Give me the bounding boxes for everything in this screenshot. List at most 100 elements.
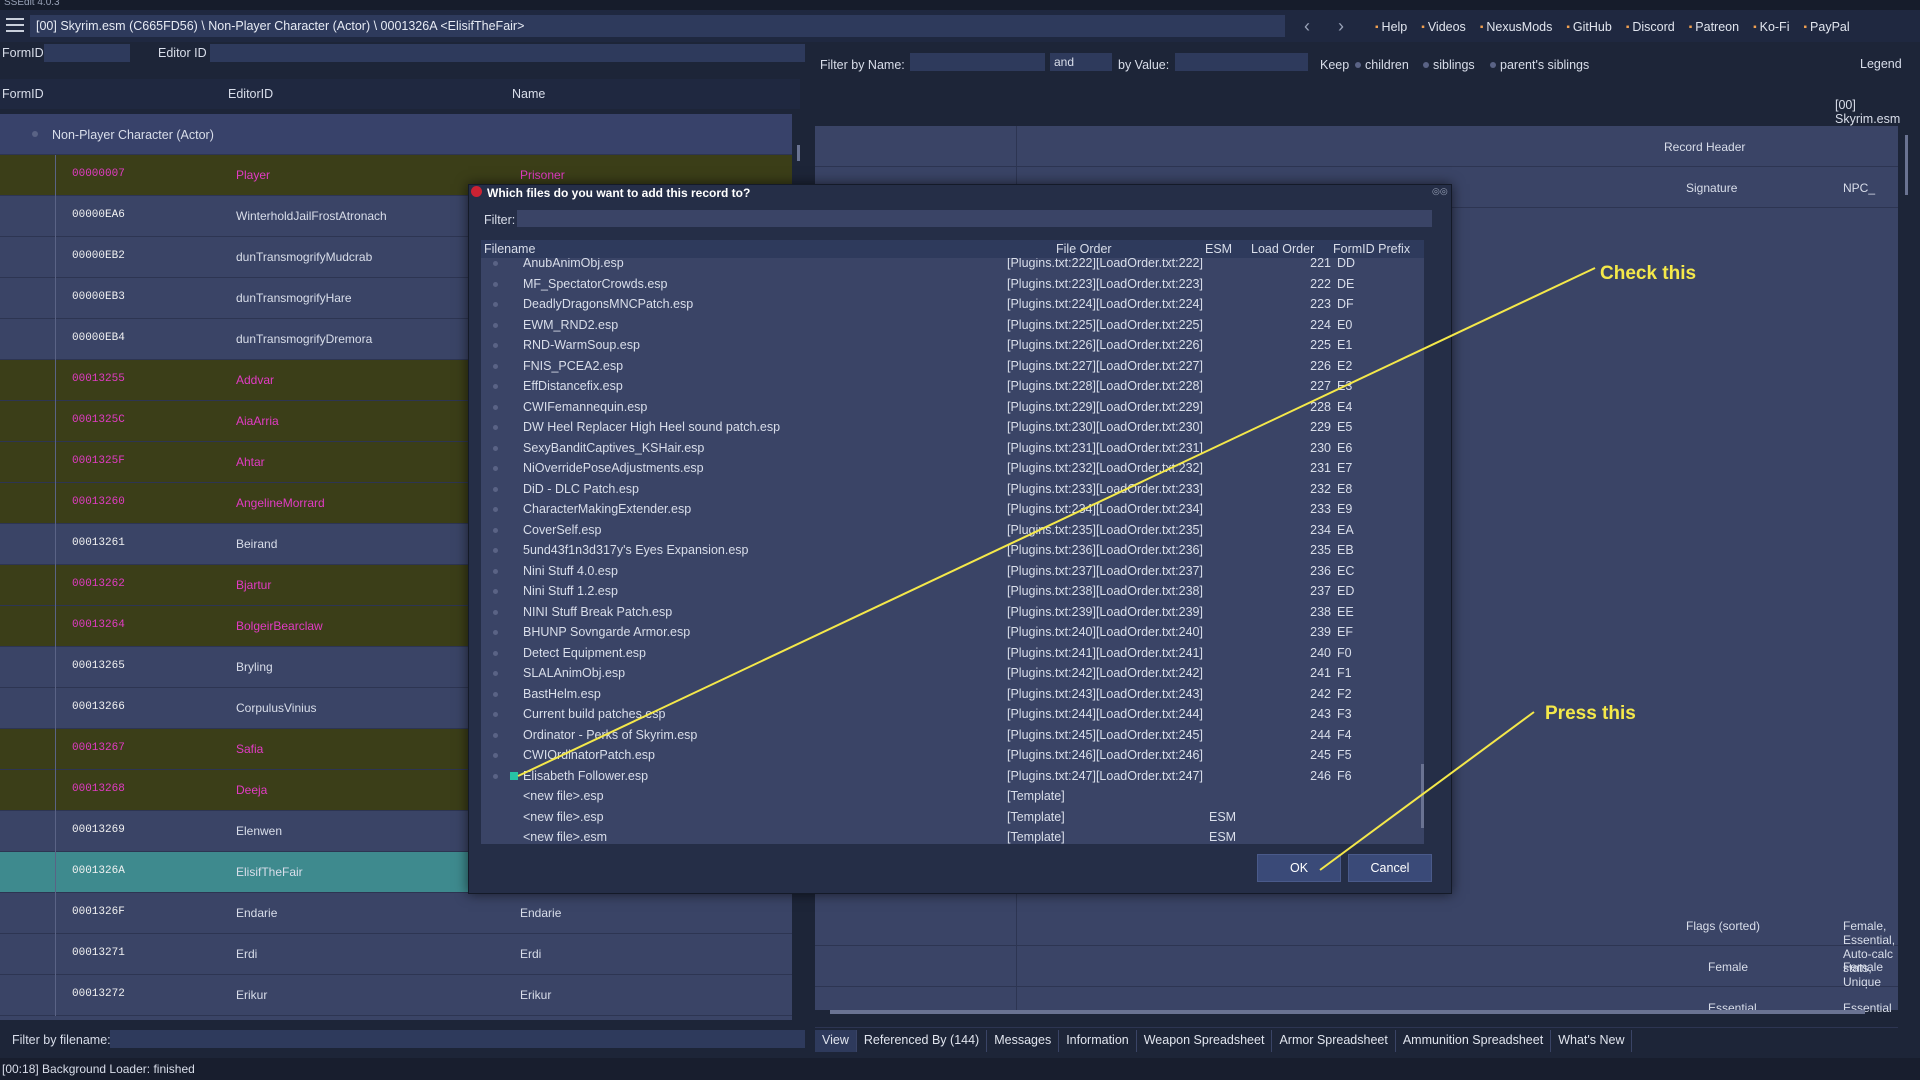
file-row[interactable]: <new file>.esp [Template] ESM <box>481 807 1424 828</box>
expand-icon <box>493 650 498 656</box>
record-field-row[interactable]: Female Female <box>815 946 1898 987</box>
toplink-patreon[interactable]: ▪ Patreon <box>1689 17 1739 37</box>
formid-filter-input[interactable] <box>44 44 130 62</box>
file-table-scrollbar[interactable] <box>1418 258 1424 844</box>
file-row[interactable]: EffDistancefix.esp [Plugins.txt:228][Load… <box>481 376 1424 397</box>
siblings-checkbox[interactable]: siblings <box>1423 58 1475 72</box>
children-checkbox[interactable]: children <box>1355 58 1409 72</box>
toplink-discord[interactable]: ▪ Discord <box>1626 17 1675 37</box>
column-formid[interactable]: FormID <box>2 87 44 101</box>
toplink-help[interactable]: ▪ Help <box>1375 17 1407 37</box>
file-row[interactable]: MF_SpectatorCrowds.esp [Plugins.txt:223][… <box>481 274 1424 295</box>
file-filename: Elisabeth Follower.esp <box>523 768 649 783</box>
tab-what-s-new[interactable]: What's New <box>1551 1030 1633 1052</box>
tab-information[interactable]: Information <box>1059 1030 1137 1052</box>
file-row[interactable]: CharacterMakingExtender.esp [Plugins.txt:… <box>481 499 1424 520</box>
file-row[interactable]: SexyBanditCaptives_KSHair.esp [Plugins.tx… <box>481 438 1424 459</box>
parents-siblings-checkbox[interactable]: parent's siblings <box>1490 58 1589 72</box>
record-editorid: AiaArria <box>236 414 279 428</box>
file-row[interactable]: DiD - DLC Patch.esp [Plugins.txt:233][Loa… <box>481 479 1424 500</box>
file-table-scroll-thumb[interactable] <box>1421 764 1424 828</box>
file-row[interactable]: RND-WarmSoup.esp [Plugins.txt:226][LoadOr… <box>481 335 1424 356</box>
record-field-row[interactable]: Record Header <box>815 126 1898 167</box>
file-row[interactable]: DeadlyDragonsMNCPatch.esp [Plugins.txt:22… <box>481 294 1424 315</box>
file-row[interactable]: NINI Stuff Break Patch.esp [Plugins.txt:2… <box>481 602 1424 623</box>
and-select[interactable]: and <box>1050 53 1112 71</box>
file-row[interactable]: EWM_RND2.esp [Plugins.txt:225][LoadOrder.… <box>481 315 1424 336</box>
record-row[interactable]: 00013272 Erikur Erikur <box>0 975 792 1016</box>
file-row[interactable]: Nini Stuff 1.2.esp [Plugins.txt:238][Load… <box>481 581 1424 602</box>
filter-by-value-input[interactable] <box>1175 53 1308 71</box>
file-row[interactable]: CWIFemannequin.esp [Plugins.txt:229][Load… <box>481 397 1424 418</box>
toplink-paypal[interactable]: ▪ PayPal <box>1803 17 1849 37</box>
tab-view[interactable]: View <box>815 1030 857 1052</box>
top-links: ▪ Help ▪ Videos ▪ NexusMods ▪ GitHub ▪ Discord ▪ Pa… <box>1375 17 1850 37</box>
expand-icon <box>493 732 498 738</box>
tab-armor-spreadsheet[interactable]: Armor Spreadsheet <box>1272 1030 1396 1052</box>
file-prefix: F1 <box>1337 666 1352 680</box>
file-row[interactable]: BHUNP Sovngarde Armor.esp [Plugins.txt:24… <box>481 622 1424 643</box>
group-label: Non-Player Character (Actor) <box>52 128 214 142</box>
filter-by-filename-label: Filter by filename: <box>12 1033 111 1047</box>
file-row[interactable]: NiOverridePoseAdjustments.esp [Plugins.tx… <box>481 458 1424 479</box>
back-arrow-icon[interactable]: ‹ <box>1297 16 1317 36</box>
editorid-filter-input[interactable] <box>210 44 805 62</box>
forward-arrow-icon[interactable]: › <box>1331 16 1351 36</box>
expand-icon[interactable] <box>32 131 38 137</box>
file-prefix: F5 <box>1337 748 1352 762</box>
column-name[interactable]: Name <box>512 87 545 101</box>
record-field-row[interactable]: Flags (sorted) Female, Essential, Auto-ca… <box>815 905 1898 989</box>
record-view-scrollbar[interactable] <box>1898 126 1920 1010</box>
record-list-scroll-thumb[interactable] <box>797 145 800 161</box>
file-row[interactable]: CWIOrdinatorPatch.esp [Plugins.txt:246][L… <box>481 745 1424 766</box>
column-editorid[interactable]: EditorID <box>228 87 273 101</box>
record-row[interactable]: 0001326F Endarie Endarie <box>0 893 792 934</box>
dialog-close-icon[interactable]: ◎◎ <box>1432 186 1448 196</box>
file-row[interactable]: 5und43f1n3d317y's Eyes Expansion.esp [Plu… <box>481 540 1424 561</box>
filter-by-filename-input[interactable] <box>110 1030 805 1048</box>
column-load-order[interactable]: Load Order <box>1251 242 1314 256</box>
column-esm[interactable]: ESM <box>1205 242 1232 256</box>
tab-ammunition-spreadsheet[interactable]: Ammunition Spreadsheet <box>1396 1030 1552 1052</box>
column-file-order[interactable]: File Order <box>1056 242 1112 256</box>
file-row[interactable]: <new file>.esp [Template] <box>481 786 1424 807</box>
file-row[interactable]: Nini Stuff 4.0.esp [Plugins.txt:237][Load… <box>481 561 1424 582</box>
file-row[interactable]: Detect Equipment.esp [Plugins.txt:241][Lo… <box>481 643 1424 664</box>
tab-weapon-spreadsheet[interactable]: Weapon Spreadsheet <box>1137 1030 1273 1052</box>
file-row[interactable]: DW Heel Replacer High Heel sound patch.e… <box>481 417 1424 438</box>
expand-icon <box>493 322 498 328</box>
toplink-nexusmods[interactable]: ▪ NexusMods <box>1480 17 1553 37</box>
file-row[interactable]: Elisabeth Follower.esp [Plugins.txt:247][… <box>481 766 1424 787</box>
column-filename[interactable]: Filename <box>484 242 535 256</box>
file-row[interactable]: FNIS_PCEA2.esp [Plugins.txt:227][LoadOrde… <box>481 356 1424 377</box>
record-editorid: Addvar <box>236 373 275 387</box>
menu-icon[interactable] <box>6 18 24 32</box>
file-row[interactable]: AnubAnimObj.esp [Plugins.txt:222][LoadOrd… <box>481 258 1424 274</box>
file-row[interactable]: CoverSelf.esp [Plugins.txt:235][LoadOrder… <box>481 520 1424 541</box>
record-view-scroll-thumb[interactable] <box>1905 135 1908 195</box>
filter-by-name-input[interactable] <box>910 53 1045 71</box>
horizontal-scrollbar[interactable] <box>830 1010 1865 1014</box>
legend-button[interactable]: Legend <box>1860 57 1902 71</box>
cancel-button[interactable]: Cancel <box>1348 854 1432 882</box>
ok-button[interactable]: OK <box>1257 854 1341 882</box>
column-formid-prefix[interactable]: FormID Prefix <box>1333 242 1410 256</box>
toplink-github[interactable]: ▪ GitHub <box>1566 17 1611 37</box>
record-row[interactable]: 00013271 Erdi Erdi <box>0 934 792 975</box>
group-row[interactable]: Non-Player Character (Actor) <box>0 114 792 155</box>
toplink-videos[interactable]: ▪ Videos <box>1421 17 1466 37</box>
toplink-ko-fi[interactable]: ▪ Ko-Fi <box>1753 17 1789 37</box>
file-row[interactable]: Current build patches.esp [Plugins.txt:24… <box>481 704 1424 725</box>
file-lo: 245 <box>1310 748 1331 762</box>
tab-referenced-by-144[interactable]: Referenced By (144) <box>857 1030 988 1052</box>
record-field-row[interactable]: Essential Essential <box>815 987 1898 1028</box>
tab-messages[interactable]: Messages <box>987 1030 1060 1052</box>
file-row[interactable]: SLALAnimObj.esp [Plugins.txt:242][LoadOrd… <box>481 663 1424 684</box>
file-prefix: EA <box>1337 522 1354 537</box>
file-row[interactable]: Ordinator - Perks of Skyrim.esp [Plugins.… <box>481 725 1424 746</box>
file-order: [Plugins.txt:239][LoadOrder.txt:239] <box>1007 604 1203 619</box>
dialog-filter-input[interactable] <box>517 210 1432 227</box>
file-row[interactable]: <new file>.esm [Template] ESM <box>481 827 1424 844</box>
file-checkbox[interactable] <box>510 771 518 780</box>
file-row[interactable]: BastHelm.esp [Plugins.txt:243][LoadOrder.… <box>481 684 1424 705</box>
